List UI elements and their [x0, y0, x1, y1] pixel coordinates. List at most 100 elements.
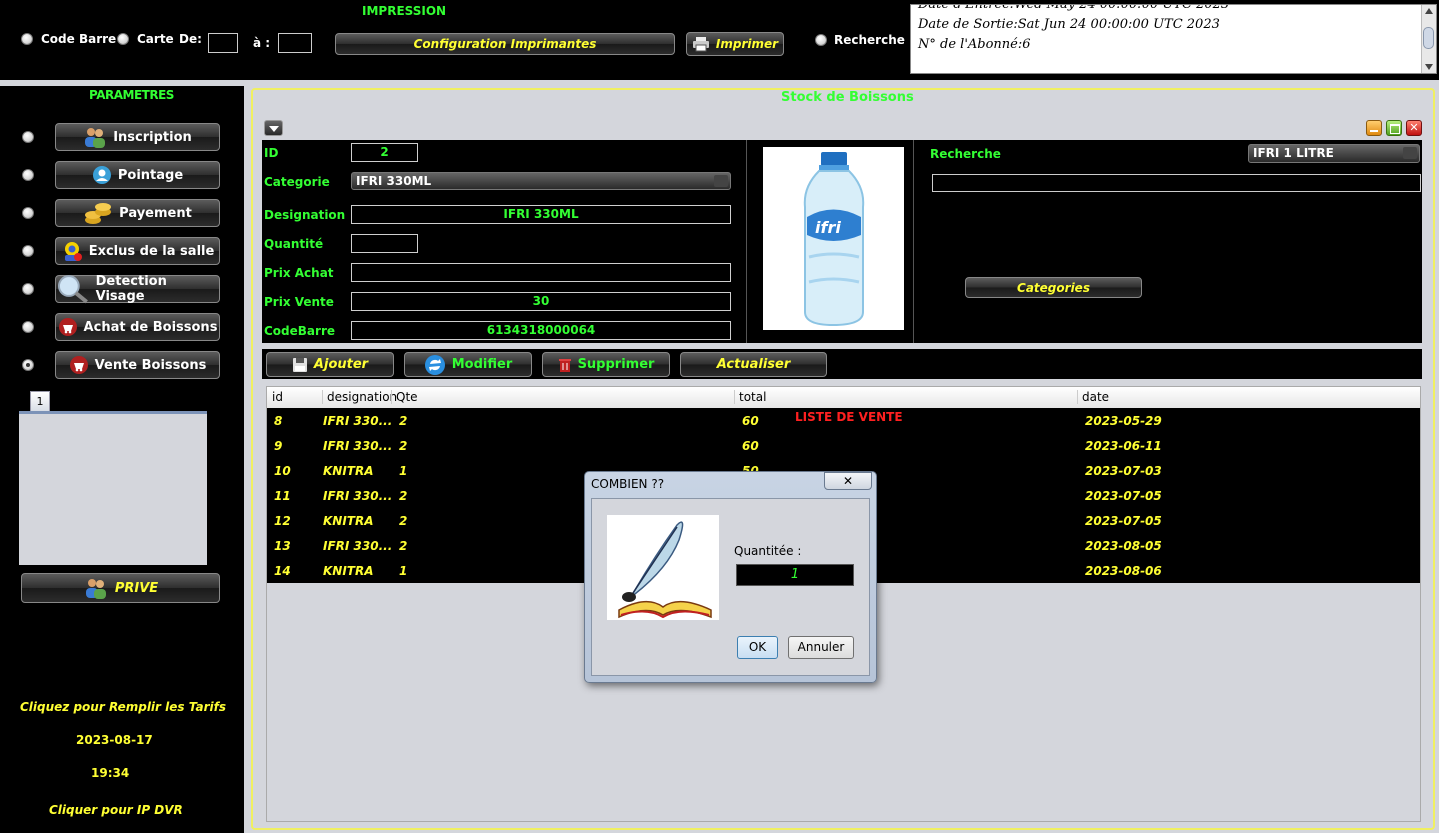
sidebar-radio-vente[interactable] — [22, 359, 34, 371]
sidebar-item-label: Achat de Boissons — [83, 319, 218, 335]
sidebar-item-inscription[interactable]: Inscription — [55, 123, 220, 151]
cell-designation: KNITRA — [323, 564, 374, 578]
ajouter-button[interactable]: Ajouter — [266, 352, 394, 377]
sidebar-item-label: Detection Visage — [95, 274, 167, 304]
actualiser-button[interactable]: Actualiser — [680, 352, 827, 377]
quantite-dialog-input[interactable]: 1 — [736, 564, 854, 586]
ok-button[interactable]: OK — [737, 636, 778, 659]
product-brand: ifri — [815, 218, 841, 237]
sidebar-item-achat[interactable]: Achat de Boissons — [55, 313, 220, 341]
close-button[interactable]: ✕ — [1406, 120, 1422, 136]
cell-total: 60 — [742, 414, 759, 428]
sidebar-item-label: Vente Boissons — [94, 357, 207, 373]
carte-radio[interactable] — [117, 33, 129, 45]
col-header-qte[interactable]: Qte — [391, 390, 418, 404]
recherche-radio[interactable] — [815, 34, 827, 46]
close-icon: ✕ — [1409, 121, 1419, 134]
recherche-select[interactable]: IFRI 1 LITRE — [1248, 144, 1420, 163]
prix-vente-field[interactable]: 30 — [351, 292, 731, 311]
print-button[interactable]: Imprimer — [686, 32, 784, 56]
cell-designation: IFRI 330... — [323, 539, 393, 553]
modifier-button[interactable]: Modifier — [404, 352, 532, 377]
prive-button[interactable]: PRIVE — [21, 573, 220, 603]
sidebar-radio-payement[interactable] — [22, 207, 34, 219]
minimize-button[interactable] — [1366, 120, 1382, 136]
dialog-close-button[interactable]: ✕ — [824, 472, 872, 490]
codebarre-field[interactable]: 6134318000064 — [351, 321, 731, 340]
scroll-up-icon[interactable] — [1425, 8, 1433, 14]
info-scrollbar[interactable] — [1421, 5, 1436, 73]
quantite-field[interactable] — [351, 234, 418, 253]
recherche-search-input[interactable] — [932, 174, 1421, 192]
sidebar-radio-detection[interactable] — [22, 283, 34, 295]
info-line: Date de Sortie:Sat Jun 24 00:00:00 UTC 2… — [918, 17, 1220, 32]
sidebar-radio-pointage[interactable] — [22, 169, 34, 181]
a-input[interactable] — [278, 33, 312, 53]
cell-id: 12 — [274, 514, 291, 528]
col-header-total[interactable]: total — [734, 390, 766, 404]
sidebar-radio-inscription[interactable] — [22, 131, 34, 143]
excluded-user-icon — [64, 242, 82, 261]
col-header-date[interactable]: date — [1077, 390, 1109, 404]
sidebar-radio-achat[interactable] — [22, 321, 34, 333]
quantite-label: Quantité — [264, 237, 324, 251]
sidebar-item-label: Exclus de la salle — [88, 243, 215, 259]
cell-id: 10 — [274, 464, 291, 478]
cell-qte: 2 — [399, 439, 408, 453]
cell-date: 2023-08-05 — [1085, 539, 1162, 553]
cell-id: 14 — [274, 564, 291, 578]
cell-id: 11 — [274, 489, 291, 503]
quill-book-icon — [618, 521, 712, 619]
table-row[interactable]: 9 IFRI 330... 2 60 2023-06-11 — [268, 433, 1420, 458]
sidebar-item-payement[interactable]: Payement — [55, 199, 220, 227]
cell-qte: 1 — [399, 464, 408, 478]
info-textarea[interactable]: Date d'Entrée:Wed May 24 00:00:00 UTC 20… — [910, 4, 1437, 74]
categories-label: Categories — [1017, 280, 1090, 295]
maximize-button[interactable] — [1386, 120, 1402, 136]
internal-frame-toggle[interactable] — [264, 120, 283, 136]
dvr-link[interactable]: Cliquer pour IP DVR — [49, 803, 183, 817]
codebarre-radio[interactable] — [21, 33, 33, 45]
annuler-label: Annuler — [797, 640, 845, 654]
sidebar-item-detection[interactable]: Detection Visage — [55, 274, 220, 304]
categorie-label: Categorie — [264, 175, 330, 189]
sidebar-date: 2023-08-17 — [76, 733, 153, 747]
supprimer-button[interactable]: Supprimer — [542, 352, 670, 377]
categorie-select[interactable]: IFRI 330ML — [351, 172, 731, 190]
scroll-down-icon[interactable] — [1425, 64, 1433, 70]
ajouter-label: Ajouter — [313, 357, 369, 372]
categories-button[interactable]: Categories — [965, 277, 1142, 298]
info-line: Date d'Entrée:Wed May 24 00:00:00 UTC 20… — [918, 4, 1230, 12]
minimize-icon — [1370, 130, 1378, 132]
sidebar-item-label: Pointage — [117, 167, 184, 183]
designation-field[interactable]: IFRI 330ML — [351, 205, 731, 224]
config-printers-button[interactable]: Configuration Imprimantes — [335, 33, 675, 55]
quantity-dialog: COMBIEN ?? ✕ Quantitée : 1 OK Annuler — [584, 471, 877, 683]
id-field[interactable]: 2 — [351, 143, 418, 162]
col-header-designation[interactable]: designation — [322, 390, 397, 404]
de-input[interactable] — [208, 33, 238, 53]
dialog-title: COMBIEN ?? — [591, 477, 665, 491]
col-header-id[interactable]: id — [272, 390, 283, 404]
quantite-dialog-label: Quantitée : — [734, 544, 802, 558]
cell-date: 2023-07-05 — [1085, 514, 1162, 528]
basket-icon — [69, 356, 88, 374]
scroll-thumb[interactable] — [1423, 27, 1434, 49]
form-divider — [746, 140, 747, 343]
sidebar-item-exclus[interactable]: Exclus de la salle — [55, 237, 220, 265]
form-divider — [913, 140, 914, 343]
prix-achat-field[interactable] — [351, 263, 731, 282]
modifier-label: Modifier — [451, 357, 513, 372]
sidebar-item-label: Inscription — [113, 129, 192, 145]
cell-date: 2023-07-03 — [1085, 464, 1162, 478]
cell-designation: KNITRA — [323, 464, 374, 478]
codebarre-label: CodeBarre — [264, 324, 335, 338]
sidebar-item-vente[interactable]: Vente Boissons — [55, 351, 220, 379]
save-icon — [292, 357, 307, 372]
sidebar-tab-1[interactable]: 1 — [30, 391, 50, 411]
sidebar-radio-exclus[interactable] — [22, 245, 34, 257]
tarifs-link[interactable]: Cliquez pour Remplir les Tarifs — [20, 700, 226, 714]
sidebar-item-pointage[interactable]: Pointage — [55, 161, 220, 189]
annuler-button[interactable]: Annuler — [788, 636, 854, 659]
cell-designation: KNITRA — [323, 514, 374, 528]
